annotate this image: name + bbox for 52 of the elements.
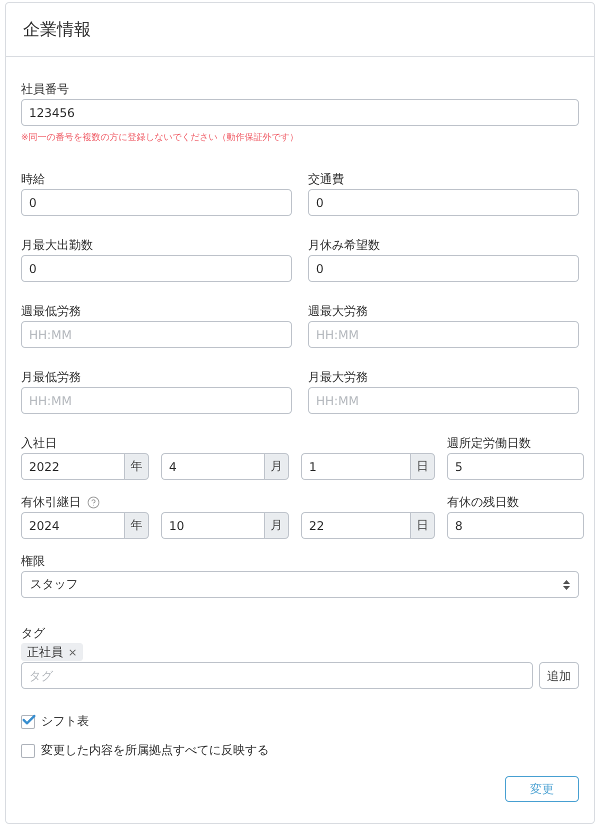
tag-input-field[interactable]: タグ: [21, 662, 533, 689]
card-title: 企業情報: [23, 19, 91, 41]
input-field[interactable]: 1: [301, 453, 410, 480]
warning-note: ※同一の番号を複数の方に登録しないでください（動作保証外です）: [21, 132, 300, 144]
checkbox-label: 変更した内容を所属拠点すべてに反映する: [41, 742, 269, 759]
input-field[interactable]: 10: [161, 512, 264, 539]
input-field[interactable]: 123456: [21, 99, 579, 126]
unit-addon: 月: [264, 512, 289, 539]
field-label: 月最低労務: [21, 369, 81, 385]
input-field[interactable]: 22: [301, 512, 410, 539]
remove-tag-button[interactable]: ×: [68, 646, 78, 658]
checkbox[interactable]: [21, 714, 35, 728]
input-field[interactable]: HH:MM: [308, 387, 579, 414]
unit-addon: 月: [264, 453, 289, 480]
select-field[interactable]: スタッフ: [21, 571, 579, 598]
field-label: 月最大出勤数: [21, 237, 93, 253]
unit-addon: 日: [410, 453, 435, 480]
input-field[interactable]: 2024: [21, 512, 124, 539]
field-label: 時給: [21, 171, 45, 187]
field-label: 権限: [21, 553, 45, 569]
input-field[interactable]: 2022: [21, 453, 124, 480]
field-label: 週最大労務: [308, 303, 368, 319]
input-field[interactable]: 4: [161, 453, 264, 480]
field-label: 週所定労働日数: [447, 435, 531, 451]
field-label: 月最大労務: [308, 369, 368, 385]
field-label: タグ: [21, 625, 45, 641]
checkbox-label: シフト表: [41, 713, 89, 730]
sort-arrows-icon: [563, 580, 570, 590]
add-button[interactable]: 追加: [539, 662, 579, 689]
input-field[interactable]: 0: [21, 255, 292, 282]
field-label: 月休み希望数: [308, 237, 380, 253]
select-value: スタッフ: [30, 576, 78, 593]
checkbox[interactable]: [21, 744, 35, 758]
field-label: 週最低労務: [21, 303, 81, 319]
input-field[interactable]: 0: [308, 189, 579, 216]
input-field[interactable]: 5: [447, 453, 584, 480]
field-label: 有休引継日: [21, 494, 81, 510]
tag-text: 正社員: [27, 644, 63, 660]
input-field[interactable]: 0: [308, 255, 579, 282]
input-field[interactable]: 0: [21, 189, 292, 216]
input-field[interactable]: HH:MM: [21, 387, 292, 414]
field-label: 社員番号: [21, 81, 69, 97]
field-label: 交通費: [308, 171, 344, 187]
help-icon[interactable]: [87, 496, 100, 508]
field-label: 有休の残日数: [447, 494, 519, 510]
input-field[interactable]: HH:MM: [308, 321, 579, 348]
unit-addon: 年: [124, 453, 149, 480]
input-field[interactable]: 8: [447, 512, 584, 539]
unit-addon: 日: [410, 512, 435, 539]
unit-addon: 年: [124, 512, 149, 539]
input-field[interactable]: HH:MM: [21, 321, 292, 348]
field-label: 入社日: [21, 435, 57, 451]
